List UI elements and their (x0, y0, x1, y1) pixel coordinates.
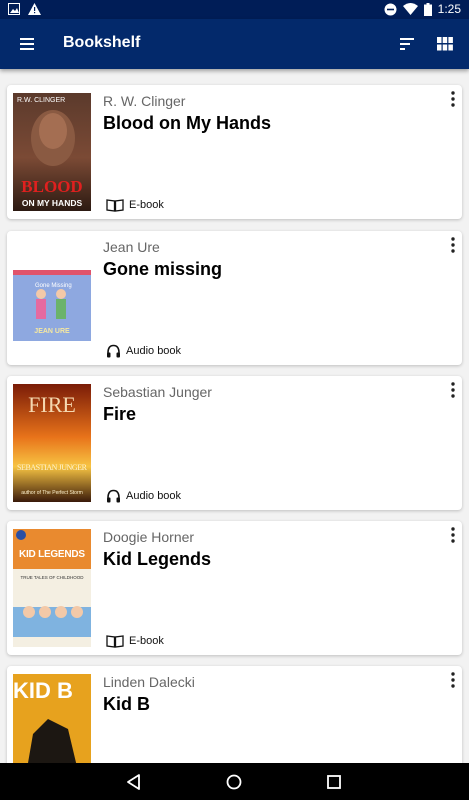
book-format: Audio book (106, 489, 181, 503)
cover-main-text: KID B (13, 678, 73, 703)
cover-sub-text: TRUE TALES OF CHILDHOOD (20, 575, 84, 580)
app-title: Bookshelf (63, 34, 141, 51)
book-open-icon (106, 199, 124, 212)
book-format: E-book (106, 198, 164, 212)
more-options-icon[interactable] (446, 526, 460, 544)
book-title: Fire (103, 404, 137, 424)
book-list[interactable]: R.W. CLINGER BLOOD ON MY HANDS R. W. Cli… (0, 69, 469, 763)
book-format: E-book (106, 634, 164, 648)
more-options-icon[interactable] (446, 236, 460, 254)
warning-icon (28, 3, 41, 15)
book-cover: Gone Missing JEAN URE (13, 239, 91, 357)
back-icon[interactable] (124, 772, 144, 792)
book-cover: FIRE SEBASTIAN JUNGER author of The Perf… (13, 384, 91, 502)
book-card[interactable]: KID LEGENDS TRUE TALES OF CHILDHOOD Doog… (7, 521, 462, 655)
wifi-icon (402, 3, 418, 15)
status-bar: 1:25 (0, 0, 469, 19)
headphones-icon (107, 344, 120, 358)
dnd-icon (384, 3, 397, 15)
cover-note-text: author of The Perfect Storm (21, 490, 83, 496)
battery-icon (423, 2, 432, 16)
book-format-label: Audio book (126, 345, 182, 357)
book-cover: R.W. CLINGER BLOOD ON MY HANDS (13, 93, 91, 211)
book-author: R. W. Clinger (103, 93, 186, 109)
app-bar: Bookshelf (0, 19, 469, 69)
home-icon[interactable] (224, 772, 244, 792)
book-author: Jean Ure (103, 239, 160, 255)
grid-view-icon[interactable] (435, 34, 455, 54)
book-format-label: Audio book (126, 490, 182, 502)
recents-icon[interactable] (324, 772, 344, 792)
book-author: Linden Dalecki (103, 674, 195, 690)
book-cover: KID LEGENDS TRUE TALES OF CHILDHOOD (13, 529, 91, 647)
cover-sub-text: JEAN URE (34, 328, 70, 335)
cover-top-text: R.W. CLINGER (17, 97, 65, 104)
book-title: Blood on My Hands (103, 113, 271, 133)
more-options-icon[interactable] (446, 671, 460, 689)
image-icon (8, 3, 20, 15)
navigation-bar (0, 763, 469, 800)
book-card[interactable]: FIRE SEBASTIAN JUNGER author of The Perf… (7, 376, 462, 510)
status-time: 1:25 (437, 2, 461, 16)
cover-main-text: Gone Missing (35, 283, 72, 289)
book-title: Gone missing (103, 259, 223, 279)
cover-main-text: FIRE (28, 392, 76, 417)
cover-sub-text: SEBASTIAN JUNGER (17, 463, 88, 472)
headphones-icon (107, 489, 120, 503)
cover-main-text: KID LEGENDS (19, 549, 85, 560)
menu-icon[interactable] (18, 34, 40, 54)
cover-sub-text: ON MY HANDS (22, 198, 83, 208)
book-format-label: E-book (129, 635, 164, 647)
book-cover: KID B (13, 674, 91, 763)
book-open-icon (106, 635, 124, 648)
book-title: Kid B (103, 694, 150, 714)
book-title: Kid Legends (103, 549, 212, 569)
book-format-label: E-book (129, 199, 164, 211)
more-options-icon[interactable] (446, 381, 460, 399)
cover-main-text: BLOOD (21, 177, 82, 196)
book-author: Sebastian Junger (103, 384, 212, 400)
more-options-icon[interactable] (446, 90, 460, 108)
book-card[interactable]: R.W. CLINGER BLOOD ON MY HANDS R. W. Cli… (7, 85, 462, 219)
book-card[interactable]: Gone Missing JEAN URE Jean Ure Gone miss… (7, 231, 462, 365)
book-card[interactable]: KID B Linden Dalecki Kid B (7, 666, 462, 763)
sort-icon[interactable] (398, 34, 418, 54)
book-author: Doogie Horner (103, 529, 195, 545)
book-format: Audio book (106, 344, 181, 358)
